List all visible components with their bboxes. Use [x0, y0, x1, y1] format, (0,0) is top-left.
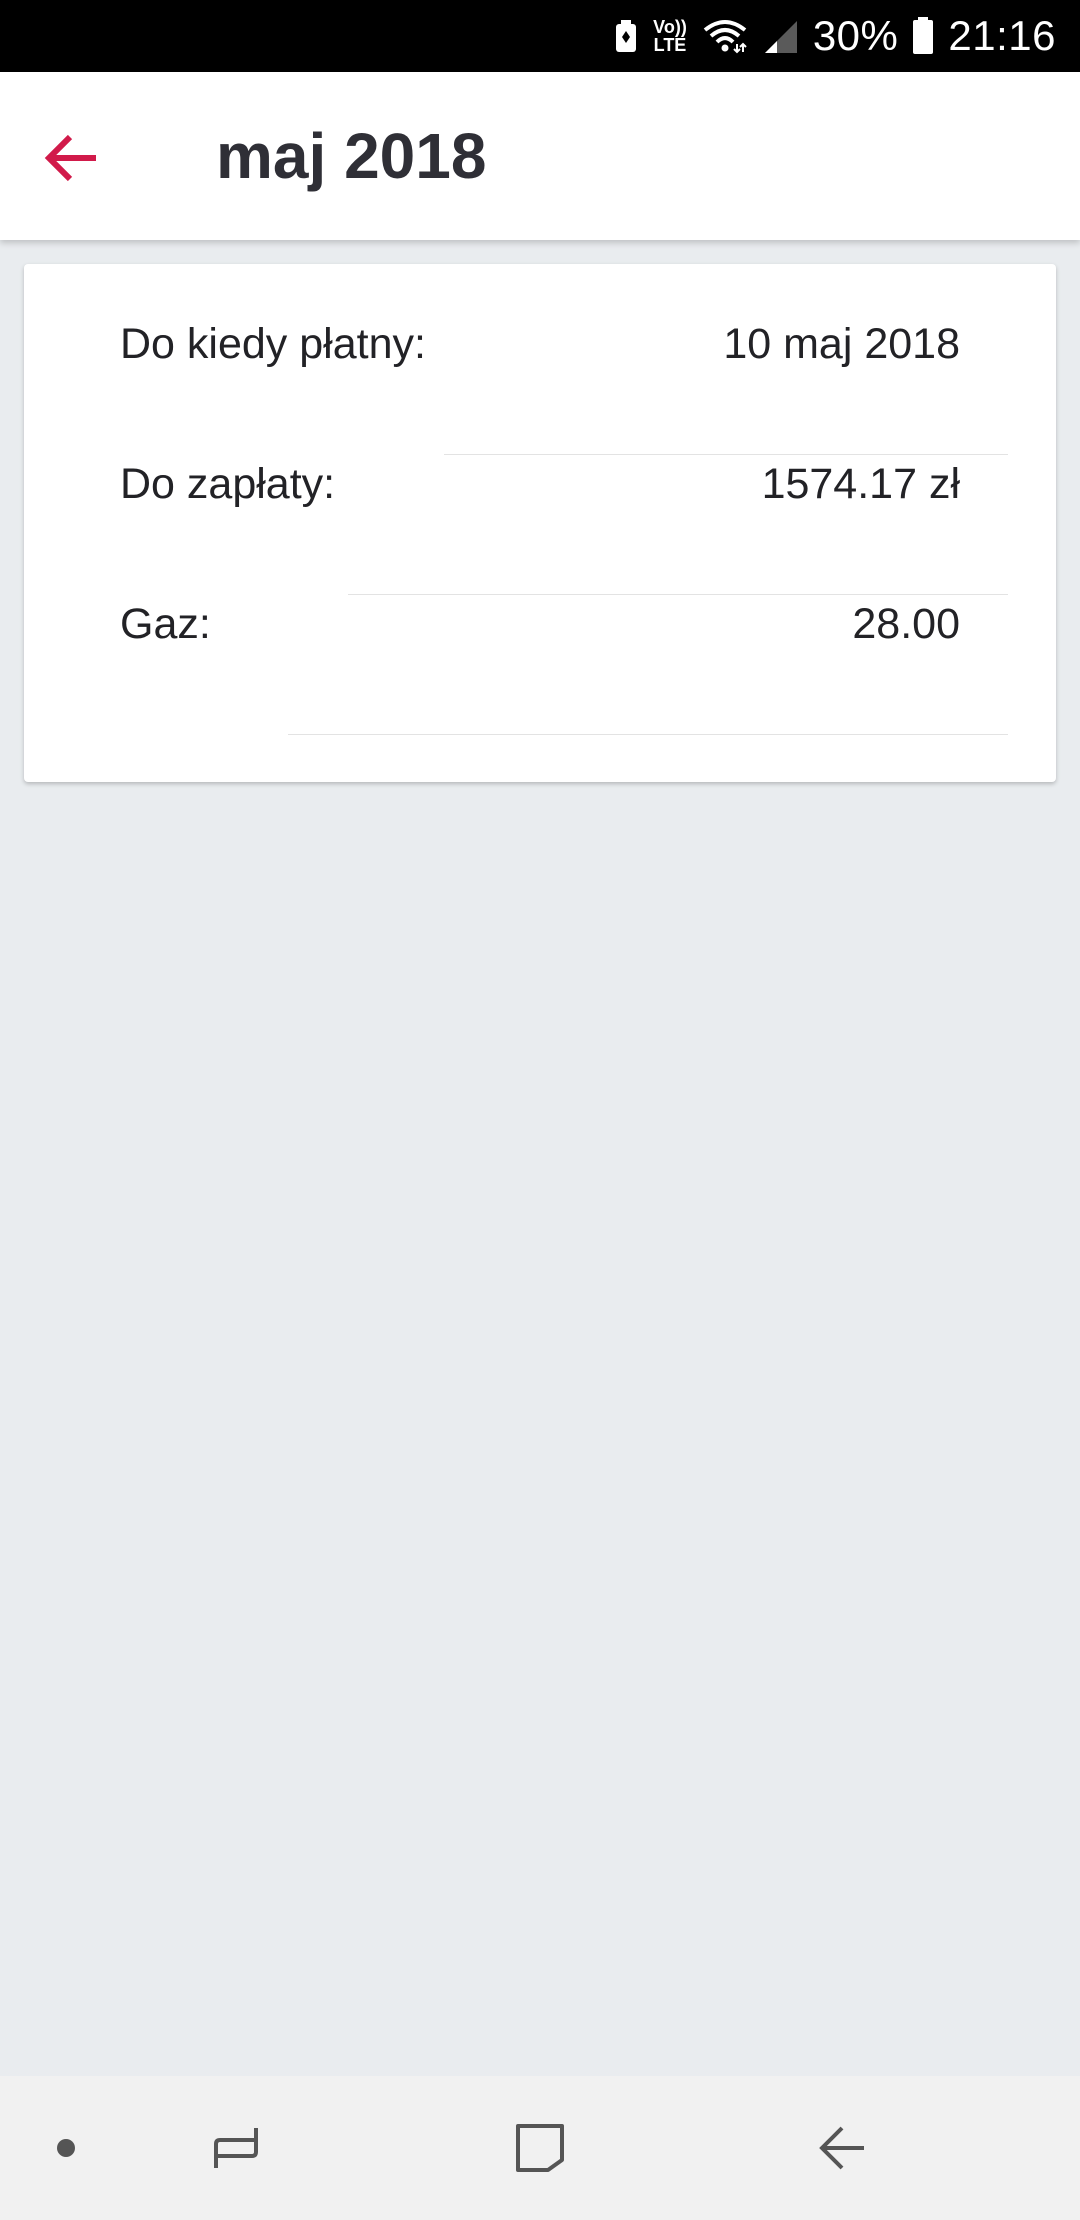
payment-details-card: Do kiedy płatny: 10 maj 2018 Do zapłaty:… [24, 264, 1056, 782]
recent-apps-button[interactable] [196, 2076, 276, 2220]
gas-label: Gaz: [120, 600, 211, 648]
navigation-bar [0, 2076, 1080, 2220]
app-bar: maj 2018 [0, 72, 1080, 240]
battery-saver-icon [613, 19, 639, 53]
volte-icon: Vo)) LTE [653, 18, 687, 54]
nav-back-button[interactable] [800, 2076, 884, 2220]
amount-due-row: Do zapłaty: 1574.17 zł [24, 404, 1056, 595]
gas-row: Gaz: 28.00 [24, 544, 1056, 735]
battery-percent: 30% [812, 12, 899, 59]
due-date-label: Do kiedy płatny: [120, 320, 426, 368]
gas-value: 28.00 [852, 600, 960, 648]
due-date-row: Do kiedy płatny: 10 maj 2018 [24, 264, 1056, 455]
status-bar: Vo)) LTE 30% 21:16 [0, 0, 1080, 72]
dot-icon [57, 2139, 75, 2157]
nav-dot-button[interactable] [40, 2076, 92, 2220]
home-button[interactable] [498, 2076, 582, 2220]
clock: 21:16 [948, 12, 1056, 59]
amount-due-label: Do zapłaty: [120, 460, 336, 508]
arrow-left-icon [44, 134, 96, 182]
signal-icon [763, 19, 799, 53]
due-date-value: 10 maj 2018 [723, 320, 960, 368]
back-icon [819, 2126, 864, 2170]
amount-due-value: 1574.17 zł [761, 460, 960, 508]
recent-apps-icon [214, 2128, 258, 2168]
back-button[interactable] [28, 114, 116, 202]
home-icon [516, 2124, 564, 2172]
battery-icon [912, 17, 934, 55]
status-icons: Vo)) LTE 30% 21:16 [613, 0, 1056, 72]
page-title: maj 2018 [216, 120, 487, 192]
lte-label: LTE [653, 35, 687, 55]
divider [288, 734, 1008, 735]
volte-label: Vo)) [653, 17, 687, 37]
wifi-icon [701, 18, 749, 54]
